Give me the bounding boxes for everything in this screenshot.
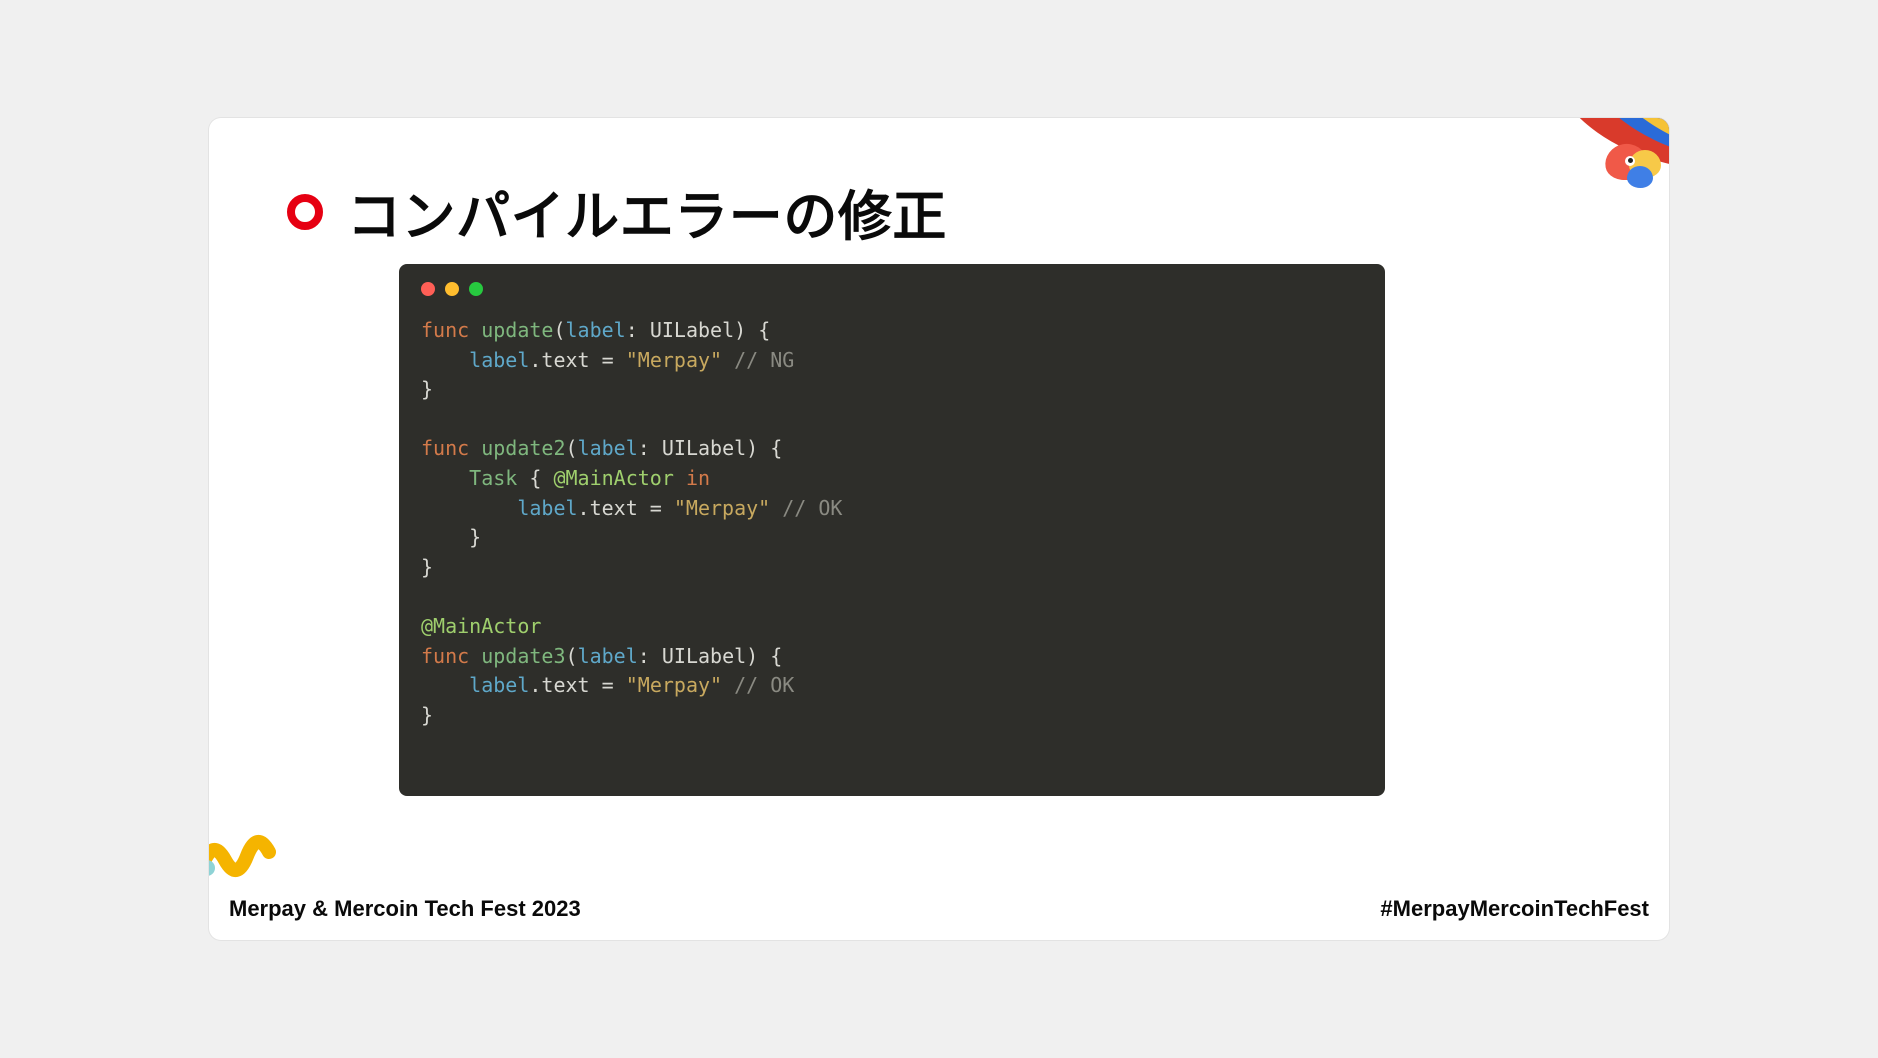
code-token: "Merpay" bbox=[626, 673, 722, 697]
code-token: .text bbox=[529, 673, 589, 697]
code-token: label bbox=[578, 644, 638, 668]
stage: コンパイルエラーの修正 func update(label: UILabel) … bbox=[0, 0, 1878, 1058]
code-window: func update(label: UILabel) { label.text… bbox=[399, 264, 1385, 796]
title-row: コンパイルエラーの修正 bbox=[287, 172, 947, 251]
code-token: func bbox=[421, 644, 469, 668]
code-token: .text bbox=[529, 348, 589, 372]
traffic-zoom-icon bbox=[469, 282, 483, 296]
bullet-icon bbox=[287, 194, 323, 230]
code-token: = bbox=[590, 673, 626, 697]
code-token: Task bbox=[469, 466, 517, 490]
code-token: .text bbox=[578, 496, 638, 520]
code-token: @MainActor bbox=[553, 466, 673, 490]
code-token: @MainActor bbox=[421, 614, 541, 638]
code-token: UILabel bbox=[650, 318, 734, 342]
code-token: // OK bbox=[722, 673, 794, 697]
code-token: // OK bbox=[770, 496, 842, 520]
code-token: func bbox=[421, 318, 469, 342]
footer-right: #MerpayMercoinTechFest bbox=[1380, 896, 1649, 922]
code-token: "Merpay" bbox=[626, 348, 722, 372]
code-token: label bbox=[469, 673, 529, 697]
slide: コンパイルエラーの修正 func update(label: UILabel) … bbox=[209, 118, 1669, 940]
code-token: update3 bbox=[481, 644, 565, 668]
code-token: "Merpay" bbox=[674, 496, 770, 520]
slide-title: コンパイルエラーの修正 bbox=[347, 172, 947, 251]
code-token: UILabel bbox=[662, 644, 746, 668]
code-token: = bbox=[638, 496, 674, 520]
squiggle-icon bbox=[209, 820, 289, 880]
code-token: label bbox=[469, 348, 529, 372]
window-traffic-lights bbox=[421, 282, 1363, 296]
corner-ornament bbox=[1539, 118, 1669, 218]
code-token: func bbox=[421, 436, 469, 460]
traffic-minimize-icon bbox=[445, 282, 459, 296]
code-token: // NG bbox=[722, 348, 794, 372]
code-token: label bbox=[566, 318, 626, 342]
code-token: = bbox=[590, 348, 626, 372]
code-token: label bbox=[578, 436, 638, 460]
code-block: func update(label: UILabel) { label.text… bbox=[421, 316, 1363, 730]
code-token: update2 bbox=[481, 436, 565, 460]
code-token: update bbox=[481, 318, 553, 342]
code-token: in bbox=[686, 466, 710, 490]
code-token: UILabel bbox=[662, 436, 746, 460]
footer-left: Merpay & Mercoin Tech Fest 2023 bbox=[229, 896, 581, 922]
code-token: label bbox=[517, 496, 577, 520]
traffic-close-icon bbox=[421, 282, 435, 296]
